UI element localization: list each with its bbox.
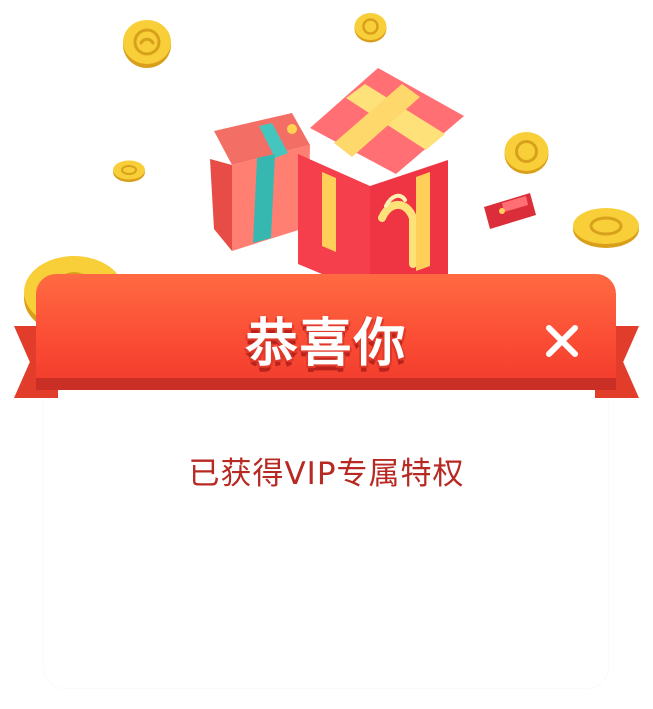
coin-icon — [504, 132, 549, 174]
red-envelope-icon — [484, 193, 536, 229]
coin-icon — [113, 160, 145, 182]
confetti-icon — [287, 124, 297, 134]
ribbon-underline — [36, 378, 616, 390]
coin-icon — [123, 20, 171, 68]
close-icon[interactable] — [539, 318, 585, 364]
dialog-subtitle: 已获得VIP专属特权 — [188, 456, 465, 492]
gift-box-icon — [298, 68, 464, 294]
congrats-modal: 恭喜你 已获得VIP专属特权 — [0, 0, 653, 709]
coin-icon — [573, 208, 639, 248]
coin-icon — [354, 13, 387, 43]
